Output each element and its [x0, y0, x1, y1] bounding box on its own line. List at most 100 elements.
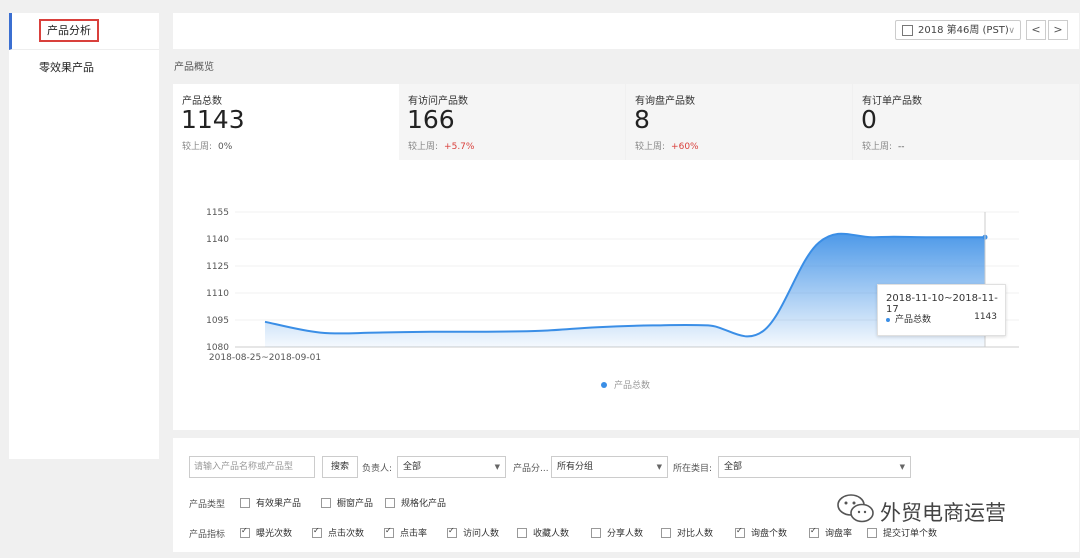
y-tick-label: 1095 [206, 316, 229, 326]
x-tick-label: 2018-08-25~2018-09-01 [209, 353, 321, 363]
checkbox-label: 询盘个数 [751, 529, 788, 539]
series-dot-icon [886, 317, 890, 322]
checkbox[interactable] [240, 526, 250, 538]
checkbox[interactable] [240, 497, 250, 508]
chart-panel: 1155 1140 1125 1110 1095 1080 2018-08-25~2018… [173, 160, 1079, 430]
checkbox[interactable] [384, 526, 394, 538]
checkbox[interactable] [591, 527, 601, 538]
stat-value: 8 [634, 105, 650, 134]
stat-compare: 较上周: -- [862, 139, 905, 152]
stat-value: 0 [861, 105, 877, 134]
section-title: 产品概览 [174, 62, 214, 73]
y-tick-label: 1125 [206, 262, 229, 272]
checkbox[interactable] [517, 527, 527, 538]
stat-value: 166 [407, 105, 455, 134]
tooltip-series-name: 产品总数 [895, 315, 932, 325]
caret-down-icon: ▼ [899, 463, 905, 471]
category-value: 全部 [724, 462, 743, 472]
next-week-button[interactable]: > [1048, 20, 1068, 40]
metric-checkbox[interactable]: 提交订单个数 [867, 526, 937, 539]
stat-compare-label: 较上周: [408, 142, 439, 152]
week-select[interactable]: 2018 第46周 (PST) ∨ [895, 20, 1021, 40]
stat-compare-label: 较上周: [862, 142, 893, 152]
stat-value: 1143 [181, 105, 245, 134]
stat-compare-label: 较上周: [182, 142, 213, 152]
checkbox[interactable] [385, 497, 395, 508]
type-checkbox[interactable]: 规格化产品 [385, 496, 446, 509]
checkbox-label: 点击率 [400, 529, 428, 539]
caret-down-icon: ▼ [656, 463, 662, 471]
stat-compare: 较上周: 0% [182, 139, 232, 152]
week-value: 2018 第46周 (PST) [918, 25, 1009, 36]
metric-checkbox[interactable]: 对比人数 [661, 526, 713, 539]
legend-dot [601, 382, 607, 388]
stats-row: 产品总数 1143 较上周: 0% 有访问产品数 166 较上周: +5.7% 有询… [173, 84, 1079, 160]
checkbox[interactable] [809, 526, 819, 538]
metric-checkbox[interactable]: 点击率 [384, 526, 427, 539]
stat-card-visited-products[interactable]: 有访问产品数 166 较上周: +5.7% [399, 84, 625, 160]
chevron-down-icon: ∨ [1008, 26, 1015, 36]
type-checkbox[interactable]: 橱窗产品 [321, 496, 373, 509]
chart-tooltip: 2018-11-10~2018-11-17 产品总数 1143 [877, 284, 1006, 336]
checkbox-label: 分享人数 [607, 529, 644, 539]
caret-down-icon: ▼ [494, 463, 500, 471]
y-tick-label: 1080 [206, 343, 229, 353]
stat-change: +60% [671, 142, 699, 152]
prev-week-button[interactable]: < [1026, 20, 1046, 40]
checkbox-label: 橱窗产品 [337, 499, 374, 509]
checkbox[interactable] [312, 526, 322, 538]
checkbox-label: 曝光次数 [256, 529, 293, 539]
y-tick-label: 1140 [206, 235, 229, 245]
stat-card-total-products[interactable]: 产品总数 1143 较上周: 0% [173, 84, 399, 160]
checkbox-label: 收藏人数 [533, 529, 570, 539]
owner-label: 负责人: [362, 464, 393, 474]
sidebar-item-product-analysis[interactable]: 产品分析 [9, 13, 159, 50]
calendar-icon [902, 25, 913, 36]
metric-checkbox[interactable]: 曝光次数 [240, 526, 292, 539]
sidebar-item-zero-effect-products[interactable]: 零效果产品 [9, 50, 159, 86]
checkbox[interactable] [447, 526, 457, 538]
checkbox-label: 对比人数 [677, 529, 714, 539]
product-search-input[interactable]: 请输入产品名称或产品型 [189, 456, 315, 478]
tooltip-series: 产品总数 [886, 312, 931, 325]
type-checkbox[interactable]: 有效果产品 [240, 496, 301, 509]
group-value: 所有分组 [557, 462, 594, 472]
search-button[interactable]: 搜索 [322, 456, 358, 478]
product-type-label: 产品类型 [189, 500, 226, 510]
filter-panel: 请输入产品名称或产品型 搜索 负责人: 全部 ▼ 产品分... 所有分组 ▼ 所在类… [173, 438, 1079, 552]
checkbox[interactable] [867, 527, 877, 538]
wechat-icon [837, 494, 874, 523]
legend-label[interactable]: 产品总数 [614, 379, 650, 391]
top-bar: 2018 第46周 (PST) ∨ < > [173, 13, 1079, 49]
stat-compare: 较上周: +60% [635, 139, 699, 152]
checkbox[interactable] [321, 497, 331, 508]
sidebar-item-label: 零效果产品 [39, 61, 94, 74]
metric-checkbox[interactable]: 点击次数 [312, 526, 364, 539]
owner-select[interactable]: 全部 ▼ [397, 456, 506, 478]
checkbox-label: 规格化产品 [401, 499, 447, 509]
checkbox-label: 访问人数 [463, 529, 500, 539]
checkbox[interactable] [661, 527, 671, 538]
owner-value: 全部 [403, 462, 422, 472]
product-metric-label: 产品指标 [189, 530, 226, 540]
checkbox[interactable] [735, 526, 745, 538]
metric-checkbox[interactable]: 收藏人数 [517, 526, 569, 539]
sidebar: 产品分析 零效果产品 [9, 13, 159, 459]
stat-card-order-products[interactable]: 有订单产品数 0 较上周: -- [853, 84, 1079, 160]
stat-change: +5.7% [444, 142, 475, 152]
stat-change: 0% [218, 142, 233, 152]
stat-card-inquiry-products[interactable]: 有询盘产品数 8 较上周: +60% [626, 84, 852, 160]
checkbox-label: 点击次数 [328, 529, 365, 539]
metric-checkbox[interactable]: 访问人数 [447, 526, 499, 539]
category-select[interactable]: 全部 ▼ [718, 456, 911, 478]
tooltip-value: 1143 [974, 312, 997, 322]
metric-checkbox[interactable]: 分享人数 [591, 526, 643, 539]
group-select[interactable]: 所有分组 ▼ [551, 456, 668, 478]
watermark-text: 外贸电商运营 [880, 501, 1006, 525]
metric-checkbox[interactable]: 询盘个数 [735, 526, 787, 539]
group-label: 产品分... [513, 464, 549, 474]
stat-change: -- [898, 142, 905, 152]
stat-compare: 较上周: +5.7% [408, 139, 474, 152]
checkbox-label: 提交订单个数 [883, 529, 938, 539]
category-label: 所在类目: [673, 464, 713, 474]
